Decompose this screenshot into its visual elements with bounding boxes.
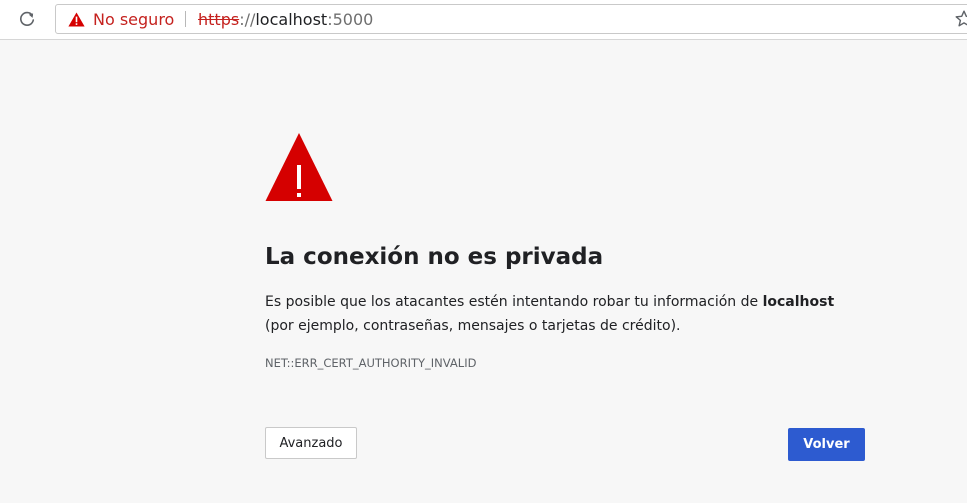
explanation-text: Es posible que los atacantes estén inten…	[265, 290, 865, 338]
warning-triangle-icon	[265, 133, 333, 201]
error-code[interactable]: NET::ERR_CERT_AUTHORITY_INVALID	[265, 356, 476, 370]
browser-toolbar: No seguro https://localhost:5000	[0, 0, 967, 40]
explanation-post: (por ejemplo, contraseñas, mensajes o ta…	[265, 318, 681, 334]
url-scheme: https	[198, 9, 240, 29]
reload-button[interactable]	[14, 7, 40, 31]
omnibox-divider	[185, 11, 186, 27]
url-port: :5000	[327, 9, 374, 29]
security-chip[interactable]: No seguro	[68, 5, 174, 33]
security-label: No seguro	[93, 9, 175, 29]
warning-triangle-icon	[68, 12, 85, 26]
page-title: La conexión no es privada	[265, 244, 604, 270]
reload-icon	[20, 11, 35, 26]
back-to-safety-button[interactable]: Volver	[788, 428, 865, 461]
advanced-button[interactable]: Avanzado	[265, 427, 357, 459]
url-host: localhost	[255, 9, 328, 29]
url-text[interactable]: https://localhost:5000	[198, 5, 373, 33]
bookmark-button[interactable]	[954, 9, 967, 29]
address-bar[interactable]: No seguro https://localhost:5000	[55, 4, 967, 34]
explanation-pre: Es posible que los atacantes estén inten…	[265, 294, 763, 310]
star-icon	[955, 10, 967, 27]
explanation-host: localhost	[762, 294, 835, 310]
url-separator: ://	[239, 9, 256, 29]
